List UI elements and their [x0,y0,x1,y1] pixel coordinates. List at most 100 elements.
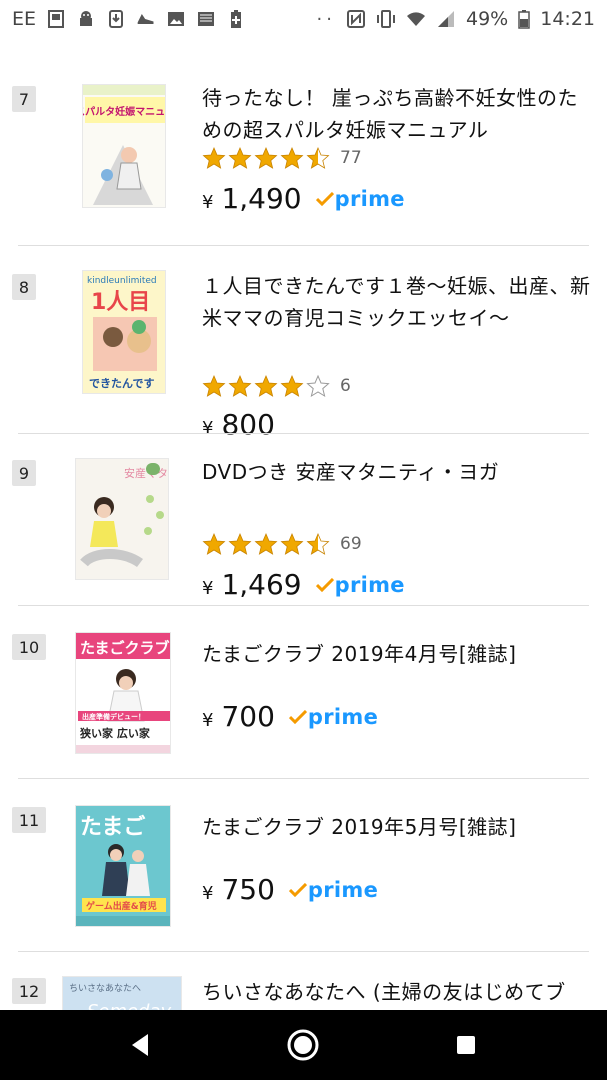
rating-count[interactable]: 6 [340,376,351,396]
cover-title-text: 超スパルタ妊娠マニュアル [83,105,166,118]
rank-badge: 11 [12,807,46,833]
list-item[interactable]: 9 安産マタニティヨガ DVDつき 安産マタニティ・ヨガ 69 [0,434,607,606]
item-title[interactable]: たまごクラブ 2019年4月号[雑誌] [202,638,592,670]
star-full-icon [254,532,278,555]
magazine-cover[interactable]: たまご ゲーム出産&育児 [75,805,171,927]
star-full-icon [228,146,252,169]
back-button[interactable] [121,1025,161,1065]
cover-art: ちいさなあなたへ Someday [69,983,172,1010]
cover-title-text: 1人目 [91,290,150,315]
prime-badge: prime [288,705,379,729]
rank-badge: 8 [12,274,36,300]
home-circle-icon [287,1029,319,1061]
star-full-icon [202,146,226,169]
recents-square-icon [456,1036,475,1054]
cover-art: たまごクラブ 出産準備デビュー！ 狭い家 広い家 [76,633,170,753]
item-title[interactable]: 待ったなし！ 崖っぷち高齢不妊女性のための超スパルタ妊娠マニュアル [202,82,592,146]
star-rating: 6 [202,374,351,398]
star-full-icon [280,532,304,555]
cover-art: 安産マタニティヨガ [80,463,168,568]
book-cover[interactable]: ちいさなあなたへ Someday [62,976,182,1010]
cover-headline-text: 出産準備デビュー！ [82,712,145,721]
list-item[interactable]: 12 ちいさなあなたへ Someday ちいさなあなたへ (主婦の友はじめてブ [0,952,607,1010]
star-half-icon [306,532,330,555]
item-title[interactable]: たまごクラブ 2019年5月号[雑誌] [202,811,592,843]
price: 750 [221,873,275,906]
wifi-icon [407,12,425,26]
prime-label: prime [307,705,379,729]
prime-check-icon [315,192,334,206]
nfc-icon [347,10,365,28]
star-full-icon [228,532,252,555]
home-button[interactable] [283,1025,323,1065]
cover-headline-text: ゲーム出産&育児 [86,900,157,912]
cover-art: kindleunlimited 1人目 できたんです [87,276,157,390]
cover-art: 超スパルタ妊娠マニュアル [83,85,166,205]
prime-check-icon [315,578,334,592]
cover-script-text: Someday [87,1001,172,1010]
item-title[interactable]: １人目できたんです１巻〜妊娠、出産、新米ママの育児コミックエッセイ〜 [202,270,592,334]
prime-label: prime [307,878,379,902]
download-icon [109,10,124,28]
rank-badge: 12 [12,978,46,1004]
recents-button[interactable] [446,1025,486,1065]
rank-badge: 10 [12,634,46,660]
star-half-icon [306,146,330,169]
rank-badge: 9 [12,460,36,486]
star-full-icon [280,374,304,397]
price: 1,490 [221,182,302,215]
list-item[interactable]: 11 たまご ゲーム出産&育児 たまごクラブ 2019年5月号[雑誌] ¥ 75… [0,779,607,952]
book-cover[interactable]: kindleunlimited 1人目 できたんです [82,270,166,394]
price: 700 [221,700,275,733]
back-triangle-icon [132,1034,149,1056]
cover-art: たまご ゲーム出産&育児 [76,814,170,926]
cover-title-text: ちいさなあなたへ [69,983,141,994]
book-cover[interactable]: 超スパルタ妊娠マニュアル [82,84,166,208]
photo-icon [198,12,215,26]
cover-subhead-text: 狭い家 広い家 [79,726,151,740]
lock-icon [48,10,65,28]
prime-check-icon [288,883,307,897]
shoe-icon [137,14,154,24]
book-cover[interactable]: 安産マタニティヨガ [75,458,169,580]
battery-icon [518,10,530,29]
star-full-icon [254,374,278,397]
carrier-label: EE [12,8,37,30]
star-empty-icon [306,374,330,398]
star-full-icon [228,374,252,397]
clock: 14:21 [540,8,595,30]
rank-badge: 7 [12,86,36,112]
list-item[interactable]: 7 超スパルタ妊娠マニュアル 待ったなし！ 崖っぷち高齢不妊女性のための超スパル… [0,38,607,246]
prime-label: prime [334,187,405,211]
cover-title-text: たまご [80,814,145,840]
item-title[interactable]: DVDつき 安産マタニティ・ヨガ [202,456,592,488]
signal-icon [438,11,454,27]
currency-symbol: ¥ [202,192,214,213]
star-rating: 77 [202,146,362,170]
battery-plus-icon [231,10,242,28]
item-title[interactable]: ちいさなあなたへ (主婦の友はじめてブ [202,976,597,1008]
price-row: ¥ 1,490 prime [202,182,405,215]
android-icon [80,11,93,26]
cover-title-text: たまごクラブ [80,639,170,657]
price-row: ¥ 750 prime [202,873,378,906]
rating-count[interactable]: 69 [340,534,362,554]
kindle-unlimited-logo: kindleunlimited [87,276,157,286]
list-item[interactable]: 10 たまごクラブ 出産準備デビュー！ 狭い家 広い家 たまごクラブ 2019年… [0,606,607,779]
prime-badge: prime [288,878,379,902]
price-row: ¥ 1,469 prime [202,568,405,601]
star-full-icon [202,374,226,397]
star-full-icon [280,146,304,169]
currency-symbol: ¥ [202,883,214,904]
magazine-cover[interactable]: たまごクラブ 出産準備デビュー！ 狭い家 広い家 [75,632,171,754]
prime-label: prime [334,573,405,597]
currency-symbol: ¥ [202,710,214,731]
rating-count[interactable]: 77 [340,148,362,168]
list-item[interactable]: 8 kindleunlimited 1人目 できたんです １人目できたんです１巻… [0,246,607,441]
image-icon [168,12,185,26]
currency-symbol: ¥ [202,578,214,599]
bestseller-list: 7 超スパルタ妊娠マニュアル 待ったなし！ 崖っぷち高齢不妊女性のための超スパル… [0,38,607,1010]
status-bar: EE ·· 49% 14:21 [0,0,607,38]
price: 1,469 [221,568,302,601]
prime-badge: prime [315,573,405,597]
